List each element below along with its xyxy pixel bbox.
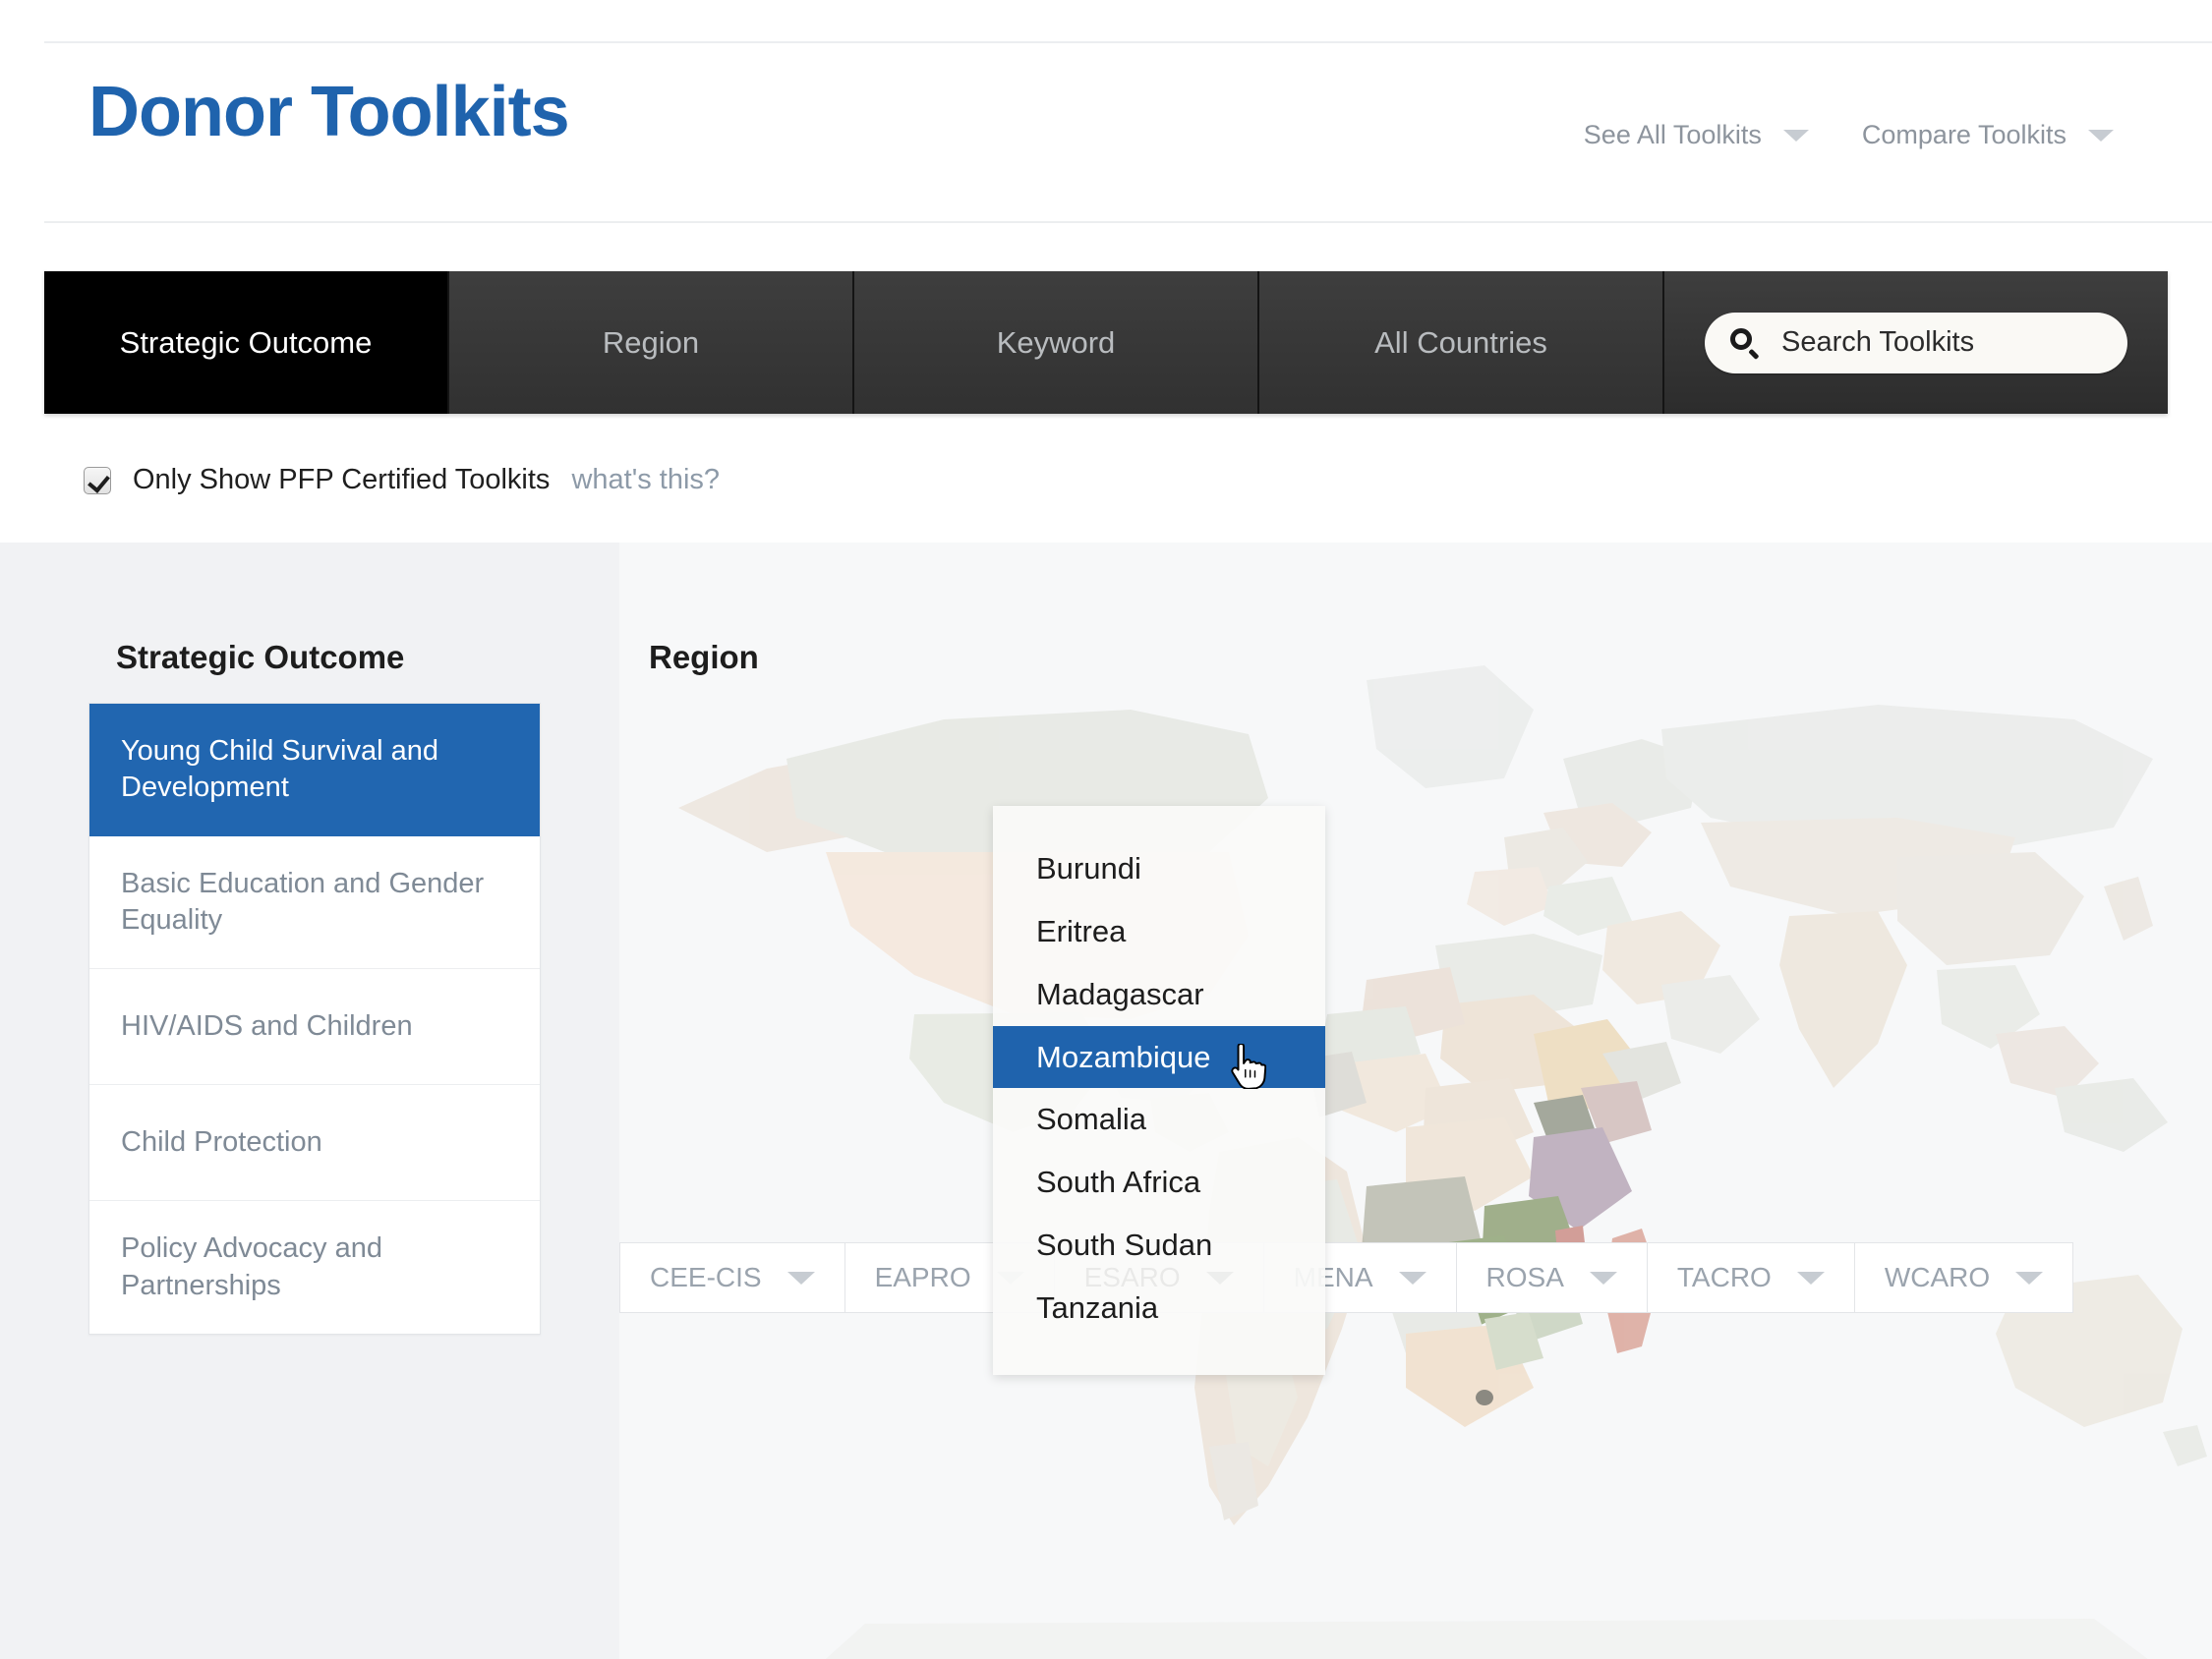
chevron-down-icon (1796, 1271, 1825, 1285)
header-top-divider (44, 41, 2212, 43)
header-nav: See All Toolkits Compare Toolkits (1584, 120, 2114, 150)
pfp-certified-label: Only Show PFP Certified Toolkits (133, 464, 551, 495)
so-item-label: Policy Advocacy and Partnerships (121, 1232, 382, 1301)
search-input[interactable]: Search Toolkits (1705, 312, 2127, 373)
so-item-policy-advocacy-and-partnerships[interactable]: Policy Advocacy and Partnerships (89, 1201, 540, 1333)
chevron-down-icon (1782, 129, 1809, 142)
world-map-graphic (678, 665, 2207, 1659)
dropdown-item-label: Mozambique (1036, 1039, 1211, 1074)
tab-strategic-outcome[interactable]: Strategic Outcome (44, 271, 449, 414)
filter-tabbar: Strategic Outcome Region Keyword All Cou… (44, 271, 2168, 414)
so-item-label: Young Child Survival and Development (121, 735, 438, 804)
dropdown-item-madagascar[interactable]: Madagascar (993, 963, 1325, 1026)
so-item-young-child-survival-and-development[interactable]: Young Child Survival and Development (89, 704, 540, 837)
dropdown-item-burundi[interactable]: Burundi (993, 837, 1325, 900)
whats-this-link[interactable]: what's this? (571, 464, 720, 496)
tab-keyword[interactable]: Keyword (854, 271, 1259, 414)
region-heading: Region (649, 639, 759, 675)
dropdown-item-label: Somalia (1036, 1102, 1146, 1137)
chevron-down-icon (2015, 1271, 2044, 1285)
dropdown-item-tanzania[interactable]: Tanzania (993, 1277, 1325, 1340)
so-item-label: Basic Education and Gender Equality (121, 868, 485, 937)
so-item-label: HIV/AIDS and Children (121, 1010, 413, 1043)
region-tab-rosa[interactable]: ROSA (1456, 1242, 1648, 1313)
tab-all-countries-label: All Countries (1374, 324, 1547, 360)
so-item-basic-education-and-gender-equality[interactable]: Basic Education and Gender Equality (89, 836, 540, 970)
tab-region[interactable]: Region (449, 271, 854, 414)
region-tab-cee-cis[interactable]: CEE-CIS (619, 1242, 845, 1313)
tab-strategic-outcome-label: Strategic Outcome (119, 324, 373, 360)
dropdown-item-label: Eritrea (1036, 913, 1127, 948)
search-input-text: Search Toolkits (1781, 326, 1975, 358)
page-header: Donor Toolkits See All Toolkits Compare … (0, 0, 2212, 543)
chevron-down-icon (786, 1271, 815, 1285)
dropdown-item-label: Tanzania (1036, 1289, 1159, 1325)
dropdown-item-mozambique[interactable]: Mozambique (993, 1025, 1325, 1089)
nav-compare-toolkits-label: Compare Toolkits (1861, 120, 2066, 149)
dropdown-item-label: Burundi (1036, 851, 1141, 886)
page-title: Donor Toolkits (88, 73, 570, 151)
dropdown-item-eritrea[interactable]: Eritrea (993, 900, 1325, 963)
tab-region-label: Region (602, 324, 700, 360)
pfp-certified-checkbox[interactable] (84, 466, 111, 494)
strategic-outcome-heading: Strategic Outcome (116, 639, 405, 675)
esaro-country-dropdown[interactable]: Burundi Eritrea Madagascar Mozambique So… (993, 806, 1325, 1375)
pfp-filter-row: Only Show PFP Certified Toolkits what's … (84, 464, 720, 496)
region-tab-label: EAPRO (874, 1262, 971, 1292)
tab-all-countries[interactable]: All Countries (1259, 271, 1664, 414)
dropdown-item-somalia[interactable]: Somalia (993, 1088, 1325, 1151)
region-tab-label: TACRO (1676, 1262, 1772, 1292)
dropdown-item-south-sudan[interactable]: South Sudan (993, 1214, 1325, 1277)
region-tab-strip: CEE-CIS EAPRO ESARO MENA ROSA TACRO (619, 1242, 2074, 1313)
dropdown-item-label: South Africa (1036, 1165, 1201, 1200)
so-item-label: Child Protection (121, 1126, 322, 1159)
chevron-down-icon (2088, 129, 2114, 142)
search-cell: Search Toolkits (1664, 271, 2168, 414)
nav-see-all-toolkits-label: See All Toolkits (1583, 120, 1762, 149)
chevron-down-icon (1398, 1271, 1426, 1285)
region-tab-wcaro[interactable]: WCARO (1854, 1242, 2074, 1313)
region-tab-tacro[interactable]: TACRO (1647, 1242, 1855, 1313)
nav-see-all-toolkits[interactable]: See All Toolkits (1584, 120, 1809, 150)
so-item-hiv-aids-and-children[interactable]: HIV/AIDS and Children (89, 969, 540, 1086)
strategic-outcome-list: Young Child Survival and Development Bas… (88, 703, 541, 1335)
app-root: Donor Toolkits See All Toolkits Compare … (0, 0, 2212, 1659)
dropdown-item-label: Madagascar (1036, 976, 1204, 1011)
tab-keyword-label: Keyword (996, 324, 1116, 360)
region-tab-label: ROSA (1485, 1262, 1564, 1292)
dropdown-item-label: South Sudan (1036, 1228, 1213, 1263)
chevron-down-icon (1589, 1271, 1617, 1285)
world-map-panel[interactable] (619, 543, 2212, 1659)
so-item-child-protection[interactable]: Child Protection (89, 1085, 540, 1202)
header-bottom-divider (44, 221, 2212, 223)
region-tab-label: CEE-CIS (650, 1262, 762, 1292)
search-icon (1730, 327, 1760, 360)
nav-compare-toolkits[interactable]: Compare Toolkits (1862, 120, 2114, 150)
dropdown-item-south-africa[interactable]: South Africa (993, 1151, 1325, 1214)
region-tab-label: WCARO (1884, 1262, 1991, 1292)
